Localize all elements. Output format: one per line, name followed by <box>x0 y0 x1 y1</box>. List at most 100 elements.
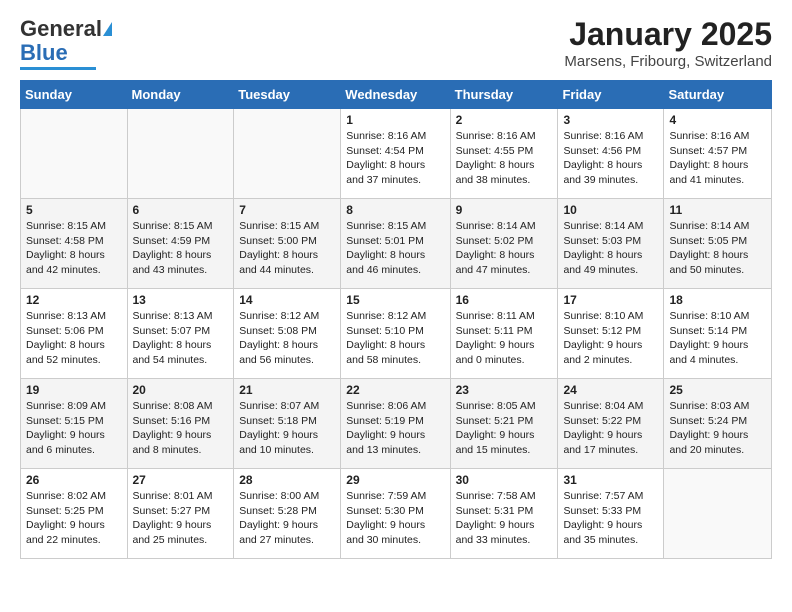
month-title: January 2025 <box>564 16 772 53</box>
day-cell-7: 7 Sunrise: 8:15 AM Sunset: 5:00 PM Daylig… <box>234 199 341 289</box>
day-info: Sunrise: 7:59 AM Sunset: 5:30 PM Dayligh… <box>346 489 444 548</box>
day-number: 10 <box>563 203 658 217</box>
day-info: Sunrise: 8:16 AM Sunset: 4:57 PM Dayligh… <box>669 129 766 188</box>
day-cell-12: 12Sunrise: 8:13 AM Sunset: 5:06 PM Dayli… <box>21 289 128 379</box>
day-info: Sunrise: 8:15 AM Sunset: 5:00 PM Dayligh… <box>239 219 335 278</box>
day-cell-16: 16 Sunrise: 8:11 AM Sunset: 5:11 PM Dayli… <box>450 289 558 379</box>
day-info: Sunrise: 8:04 AM Sunset: 5:22 PM Dayligh… <box>563 399 658 458</box>
title-block: January 2025 Marsens, Fribourg, Switzerl… <box>564 16 772 70</box>
day-number: 12 <box>26 293 122 307</box>
day-number: 22 <box>346 383 444 397</box>
day-cell-17: 17Sunrise: 8:10 AM Sunset: 5:12 PM Dayli… <box>558 289 664 379</box>
day-cell-27: 27 Sunrise: 8:01 AM Sunset: 5:27 PM Dayli… <box>127 469 234 559</box>
day-info: Sunrise: 8:09 AM Sunset: 5:15 PM Dayligh… <box>26 399 122 458</box>
day-info: Sunrise: 8:02 AM Sunset: 5:25 PM Dayligh… <box>26 489 122 548</box>
day-cell-3: 3Sunrise: 8:16 AM Sunset: 4:56 PM Daylig… <box>558 109 664 199</box>
day-cell-28: 28 Sunrise: 8:00 AM Sunset: 5:28 PM Dayli… <box>234 469 341 559</box>
day-info: Sunrise: 8:16 AM Sunset: 4:56 PM Dayligh… <box>563 129 658 188</box>
day-number: 13 <box>133 293 229 307</box>
day-number: 26 <box>26 473 122 487</box>
logo: General Blue <box>20 16 112 70</box>
day-number: 6 <box>133 203 229 217</box>
day-info: Sunrise: 8:10 AM Sunset: 5:14 PM Dayligh… <box>669 309 766 368</box>
day-info: Sunrise: 8:06 AM Sunset: 5:19 PM Dayligh… <box>346 399 444 458</box>
day-info: Sunrise: 8:16 AM Sunset: 4:55 PM Dayligh… <box>456 129 553 188</box>
day-header-wednesday: Wednesday <box>341 81 450 109</box>
day-info: Sunrise: 8:00 AM Sunset: 5:28 PM Dayligh… <box>239 489 335 548</box>
day-cell-31: 31 Sunrise: 7:57 AM Sunset: 5:33 PM Dayli… <box>558 469 664 559</box>
day-info: Sunrise: 8:14 AM Sunset: 5:05 PM Dayligh… <box>669 219 766 278</box>
day-info: Sunrise: 8:16 AM Sunset: 4:54 PM Dayligh… <box>346 129 444 188</box>
day-number: 1 <box>346 113 444 127</box>
day-info: Sunrise: 8:01 AM Sunset: 5:27 PM Dayligh… <box>133 489 229 548</box>
day-number: 20 <box>133 383 229 397</box>
day-cell-19: 19Sunrise: 8:09 AM Sunset: 5:15 PM Dayli… <box>21 379 128 469</box>
day-cell-25: 25 Sunrise: 8:03 AM Sunset: 5:24 PM Dayli… <box>664 379 772 469</box>
day-header-tuesday: Tuesday <box>234 81 341 109</box>
week-row-3: 12Sunrise: 8:13 AM Sunset: 5:06 PM Dayli… <box>21 289 772 379</box>
day-number: 30 <box>456 473 553 487</box>
empty-cell <box>664 469 772 559</box>
day-cell-10: 10 Sunrise: 8:14 AM Sunset: 5:03 PM Dayli… <box>558 199 664 289</box>
day-cell-2: 2 Sunrise: 8:16 AM Sunset: 4:55 PM Daylig… <box>450 109 558 199</box>
empty-cell <box>21 109 128 199</box>
day-info: Sunrise: 8:15 AM Sunset: 4:59 PM Dayligh… <box>133 219 229 278</box>
day-number: 15 <box>346 293 444 307</box>
day-info: Sunrise: 7:57 AM Sunset: 5:33 PM Dayligh… <box>563 489 658 548</box>
calendar-table: SundayMondayTuesdayWednesdayThursdayFrid… <box>20 80 772 559</box>
day-header-saturday: Saturday <box>664 81 772 109</box>
week-row-5: 26 Sunrise: 8:02 AM Sunset: 5:25 PM Dayli… <box>21 469 772 559</box>
logo-blue: Blue <box>20 40 68 66</box>
day-cell-23: 23 Sunrise: 8:05 AM Sunset: 5:21 PM Dayli… <box>450 379 558 469</box>
day-cell-26: 26 Sunrise: 8:02 AM Sunset: 5:25 PM Dayli… <box>21 469 128 559</box>
day-info: Sunrise: 8:14 AM Sunset: 5:03 PM Dayligh… <box>563 219 658 278</box>
day-info: Sunrise: 8:12 AM Sunset: 5:08 PM Dayligh… <box>239 309 335 368</box>
day-cell-1: 1 Sunrise: 8:16 AM Sunset: 4:54 PM Daylig… <box>341 109 450 199</box>
day-cell-8: 8 Sunrise: 8:15 AM Sunset: 5:01 PM Daylig… <box>341 199 450 289</box>
day-cell-11: 11 Sunrise: 8:14 AM Sunset: 5:05 PM Dayli… <box>664 199 772 289</box>
day-info: Sunrise: 8:13 AM Sunset: 5:07 PM Dayligh… <box>133 309 229 368</box>
day-number: 2 <box>456 113 553 127</box>
day-number: 7 <box>239 203 335 217</box>
day-header-sunday: Sunday <box>21 81 128 109</box>
day-number: 4 <box>669 113 766 127</box>
day-info: Sunrise: 8:08 AM Sunset: 5:16 PM Dayligh… <box>133 399 229 458</box>
day-cell-24: 24 Sunrise: 8:04 AM Sunset: 5:22 PM Dayli… <box>558 379 664 469</box>
day-number: 16 <box>456 293 553 307</box>
day-info: Sunrise: 8:11 AM Sunset: 5:11 PM Dayligh… <box>456 309 553 368</box>
day-cell-22: 22 Sunrise: 8:06 AM Sunset: 5:19 PM Dayli… <box>341 379 450 469</box>
day-number: 28 <box>239 473 335 487</box>
day-info: Sunrise: 8:03 AM Sunset: 5:24 PM Dayligh… <box>669 399 766 458</box>
day-number: 8 <box>346 203 444 217</box>
day-number: 14 <box>239 293 335 307</box>
day-number: 11 <box>669 203 766 217</box>
day-info: Sunrise: 7:58 AM Sunset: 5:31 PM Dayligh… <box>456 489 553 548</box>
day-cell-13: 13 Sunrise: 8:13 AM Sunset: 5:07 PM Dayli… <box>127 289 234 379</box>
day-cell-9: 9Sunrise: 8:14 AM Sunset: 5:02 PM Daylig… <box>450 199 558 289</box>
day-number: 9 <box>456 203 553 217</box>
day-cell-18: 18 Sunrise: 8:10 AM Sunset: 5:14 PM Dayli… <box>664 289 772 379</box>
day-info: Sunrise: 8:05 AM Sunset: 5:21 PM Dayligh… <box>456 399 553 458</box>
day-number: 23 <box>456 383 553 397</box>
day-info: Sunrise: 8:15 AM Sunset: 4:58 PM Dayligh… <box>26 219 122 278</box>
page: General Blue January 2025 Marsens, Fribo… <box>0 0 792 575</box>
day-info: Sunrise: 8:15 AM Sunset: 5:01 PM Dayligh… <box>346 219 444 278</box>
day-cell-20: 20 Sunrise: 8:08 AM Sunset: 5:16 PM Dayli… <box>127 379 234 469</box>
empty-cell <box>127 109 234 199</box>
day-number: 21 <box>239 383 335 397</box>
day-header-monday: Monday <box>127 81 234 109</box>
day-cell-6: 6 Sunrise: 8:15 AM Sunset: 4:59 PM Daylig… <box>127 199 234 289</box>
day-number: 29 <box>346 473 444 487</box>
day-number: 25 <box>669 383 766 397</box>
day-header-thursday: Thursday <box>450 81 558 109</box>
day-info: Sunrise: 8:07 AM Sunset: 5:18 PM Dayligh… <box>239 399 335 458</box>
days-header-row: SundayMondayTuesdayWednesdayThursdayFrid… <box>21 81 772 109</box>
day-cell-15: 15 Sunrise: 8:12 AM Sunset: 5:10 PM Dayli… <box>341 289 450 379</box>
day-info: Sunrise: 8:10 AM Sunset: 5:12 PM Dayligh… <box>563 309 658 368</box>
day-number: 24 <box>563 383 658 397</box>
day-number: 27 <box>133 473 229 487</box>
day-number: 31 <box>563 473 658 487</box>
day-number: 18 <box>669 293 766 307</box>
day-info: Sunrise: 8:12 AM Sunset: 5:10 PM Dayligh… <box>346 309 444 368</box>
week-row-4: 19Sunrise: 8:09 AM Sunset: 5:15 PM Dayli… <box>21 379 772 469</box>
